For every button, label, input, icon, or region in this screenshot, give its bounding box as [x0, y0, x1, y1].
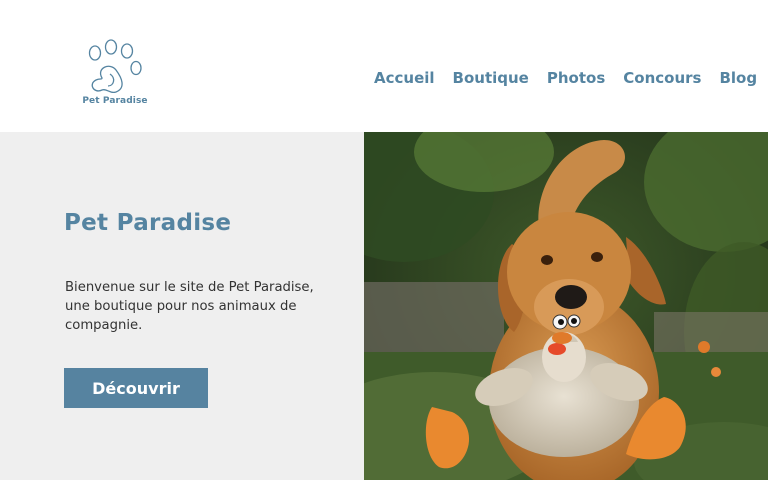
nav-item-accueil[interactable]: Accueil — [374, 68, 435, 88]
discover-button[interactable]: Découvrir — [64, 368, 208, 408]
paw-icon — [88, 39, 142, 94]
logo[interactable]: Pet Paradise — [80, 38, 150, 112]
hero-title: Pet Paradise — [64, 210, 232, 236]
nav-item-boutique[interactable]: Boutique — [453, 68, 529, 88]
hero-image — [364, 132, 768, 480]
nav-item-blog[interactable]: Blog — [719, 68, 757, 88]
logo-text: Pet Paradise — [82, 96, 148, 106]
hero-panel: Pet Paradise Bienvenue sur le site de Pe… — [0, 132, 364, 480]
nav-item-photos[interactable]: Photos — [547, 68, 605, 88]
hero-description: Bienvenue sur le site de Pet Paradise, u… — [65, 280, 314, 333]
site-header: Pet Paradise Accueil Boutique Photos Con… — [0, 0, 768, 132]
nav-item-concours[interactable]: Concours — [623, 68, 701, 88]
main-nav: Accueil Boutique Photos Concours Blog — [374, 68, 757, 88]
